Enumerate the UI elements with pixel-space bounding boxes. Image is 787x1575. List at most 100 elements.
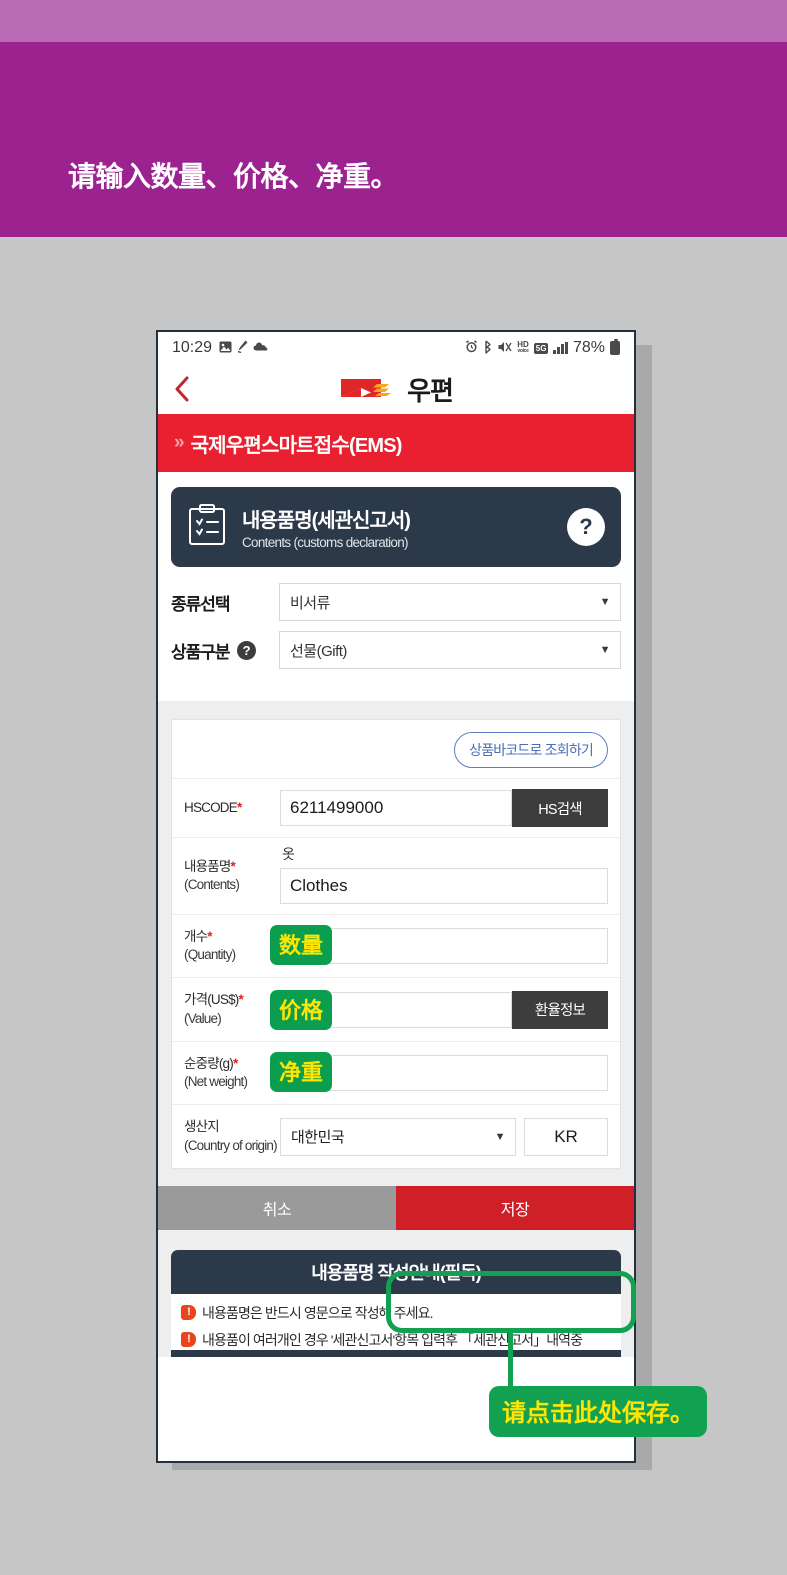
country-select[interactable]: 대한민국 ▼ xyxy=(280,1117,516,1156)
select-label-type: 종류선택 xyxy=(171,590,279,615)
form-label-contents: 내용품명* (Contents) xyxy=(172,838,280,914)
instruction-text: 请输入数量、价格、净重。 xyxy=(68,161,399,192)
guidance-line: ! 내용품명은 반드시 영문으로 작성해 주세요. xyxy=(181,1303,611,1323)
bluetooth-icon xyxy=(483,339,493,357)
page-title: 국제우편스마트접수(EMS) xyxy=(190,434,403,457)
form-control-contents: 옷 Clothes xyxy=(280,838,620,914)
quantity-cn-badge: 数量 xyxy=(270,925,333,965)
form-label-country-ko: 생산지 xyxy=(184,1119,220,1135)
brand-logo-group: 우편 xyxy=(158,364,634,414)
exchange-rate-button[interactable]: 환율정보 xyxy=(512,990,608,1029)
guidance-line-text: 내용품이 여러개인 경우 '세관신고서'항목 입력후 「세관신고서」내역중 xyxy=(202,1331,583,1348)
form-label-hscode: HSCODE* xyxy=(172,779,280,837)
spacer xyxy=(158,701,634,719)
status-bar: 10:29 HD voice 5G 78% xyxy=(158,332,634,364)
section-title-ko: 내용품명(세관신고서) xyxy=(242,510,411,532)
chevron-down-icon: ▼ xyxy=(599,644,611,656)
select-category-value: 선물(Gift) xyxy=(290,642,347,660)
hd-voice-icon: HD voice xyxy=(517,340,529,355)
form-label-country-en: (Country of origin) xyxy=(184,1137,278,1153)
required-marker: * xyxy=(232,1055,238,1071)
form-control-hscode: 6211499000 HS검색 xyxy=(280,779,620,837)
actions-wrap: 취소 저장 xyxy=(158,1168,634,1244)
guidance-line: ! 내용품이 여러개인 경우 '세관신고서'항목 입력후 「세관신고서」내역중 xyxy=(181,1330,611,1350)
brand-name: 우편 xyxy=(407,375,454,406)
hscode-input[interactable]: 6211499000 xyxy=(280,790,512,826)
guidance-line-text: 내용품명은 반드시 영문으로 작성해 주세요. xyxy=(202,1304,433,1321)
form-row-contents: 내용품명* (Contents) 옷 Clothes xyxy=(172,837,620,914)
clipboard-checklist-icon xyxy=(187,503,227,552)
chevron-down-icon: ▼ xyxy=(599,596,611,608)
battery-icon xyxy=(610,339,620,355)
exclamation-icon: ! xyxy=(181,1331,196,1347)
page-subheader: » 국제우편스마트접수(EMS) xyxy=(158,414,634,472)
barcode-row: 상품바코드로 조회하기 xyxy=(172,720,620,778)
back-button[interactable] xyxy=(158,376,206,402)
hs-search-button[interactable]: HS검색 xyxy=(512,789,608,827)
barcode-lookup-button[interactable]: 상품바코드로 조회하기 xyxy=(454,732,608,768)
app-nav-bar: 우편 xyxy=(158,364,634,414)
required-marker: * xyxy=(207,929,212,944)
section-titles: 내용품명(세관신고서) Contents (customs declaratio… xyxy=(242,504,552,550)
form-label-contents-en: (Contents) xyxy=(184,877,240,892)
form-label-quantity-ko: 개수* xyxy=(184,929,213,944)
select-label-category: 상품구분 ? xyxy=(171,638,279,663)
form-label-value-en: (Value) xyxy=(184,1010,222,1026)
category-help-icon[interactable]: ? xyxy=(236,640,256,660)
guidance-title: 내용품명 작성안내(필독) xyxy=(311,1262,482,1283)
exclamation-icon: ! xyxy=(181,1304,196,1320)
form-label-country: 생산지 (Country of origin) xyxy=(172,1105,280,1167)
required-marker: * xyxy=(236,799,242,815)
form-row-quantity: 개수* (Quantity) 数量 xyxy=(172,914,620,977)
pen-icon xyxy=(237,340,248,356)
form-label-value: 가격(US$)* (Value) xyxy=(172,978,280,1040)
callout-connector-line xyxy=(508,1331,513,1393)
save-button[interactable]: 저장 xyxy=(396,1185,634,1230)
select-group: 종류선택 비서류 ▼ 상품구분 ? 선물(Gift) ▼ xyxy=(158,581,634,701)
select-category[interactable]: 선물(Gift) ▼ xyxy=(279,631,621,669)
form-control-country: 대한민국 ▼ KR xyxy=(280,1105,620,1167)
form-row-country: 생산지 (Country of origin) 대한민국 ▼ KR xyxy=(172,1104,620,1167)
signal-bars-icon xyxy=(553,342,568,354)
guidance-body: ! 내용품명은 반드시 영문으로 작성해 주세요. ! 내용품이 여러개인 경우… xyxy=(171,1293,621,1350)
required-marker: * xyxy=(230,858,235,874)
form-row-value: 가격(US$)* (Value) 환율정보 价格 xyxy=(172,977,620,1040)
select-type[interactable]: 비서류 ▼ xyxy=(279,583,621,621)
form-panel-wrap: 상품바코드로 조회하기 HSCODE* 6211499000 HS검색 내용품명… xyxy=(158,719,634,1169)
form-label-contents-ko: 내용품명* xyxy=(184,858,236,874)
form-row-hscode: HSCODE* 6211499000 HS검색 xyxy=(172,778,620,837)
notice-wrap: 내용품명 작성안내(필독) ! 내용품명은 반드시 영문으로 작성해 주세요. … xyxy=(158,1243,634,1357)
cancel-button[interactable]: 취소 xyxy=(158,1185,396,1230)
form-label-quantity: 개수* (Quantity) xyxy=(172,915,280,977)
form-label-quantity-en: (Quantity) xyxy=(184,947,236,963)
chevron-down-icon: ▼ xyxy=(494,1130,506,1143)
5g-icon: 5G xyxy=(533,342,549,354)
select-row-category: 상품구분 ? 선물(Gift) ▼ xyxy=(171,631,621,669)
alarm-icon xyxy=(465,340,478,356)
contents-form: 상품바코드로 조회하기 HSCODE* 6211499000 HS검색 내용품명… xyxy=(171,719,621,1169)
chevron-left-icon xyxy=(175,376,189,402)
double-chevron-icon: » xyxy=(174,432,184,453)
contents-input[interactable]: Clothes xyxy=(280,868,608,904)
status-right-icons: HD voice 5G 78% xyxy=(465,339,620,357)
select-type-value: 비서류 xyxy=(290,594,330,612)
phone-screenshot: 10:29 HD voice 5G 78% 우편 » 국제우편스마트접수(EMS… xyxy=(156,330,636,1463)
form-row-netweight: 순중량(g)* (Net weight) 净重 xyxy=(172,1040,620,1104)
country-code-field[interactable]: KR xyxy=(524,1117,608,1156)
country-select-value: 대한민국 xyxy=(291,1129,345,1147)
cloud-icon xyxy=(253,341,268,356)
form-label-netweight-en: (Net weight) xyxy=(184,1074,248,1090)
section-title-en: Contents (customs declaration) xyxy=(242,535,409,550)
photo-icon xyxy=(219,341,232,356)
help-button[interactable]: ? xyxy=(567,508,605,546)
select-label-category-text: 상품구분 xyxy=(171,642,231,662)
value-cn-badge: 价格 xyxy=(270,990,333,1031)
form-label-value-ko: 가격(US$)* xyxy=(184,992,244,1008)
instruction-banner xyxy=(0,42,787,237)
callout-bubble: 请点击此处保存。 xyxy=(489,1386,707,1437)
banner-top-strip xyxy=(0,0,787,42)
required-marker: * xyxy=(238,992,244,1008)
status-left-icons xyxy=(219,340,268,356)
guidance-panel: 내용품명 작성안내(필독) ! 내용품명은 반드시 영문으로 작성해 주세요. … xyxy=(171,1249,621,1357)
section-card-wrap: 내용품명(세관신고서) Contents (customs declaratio… xyxy=(158,472,634,581)
